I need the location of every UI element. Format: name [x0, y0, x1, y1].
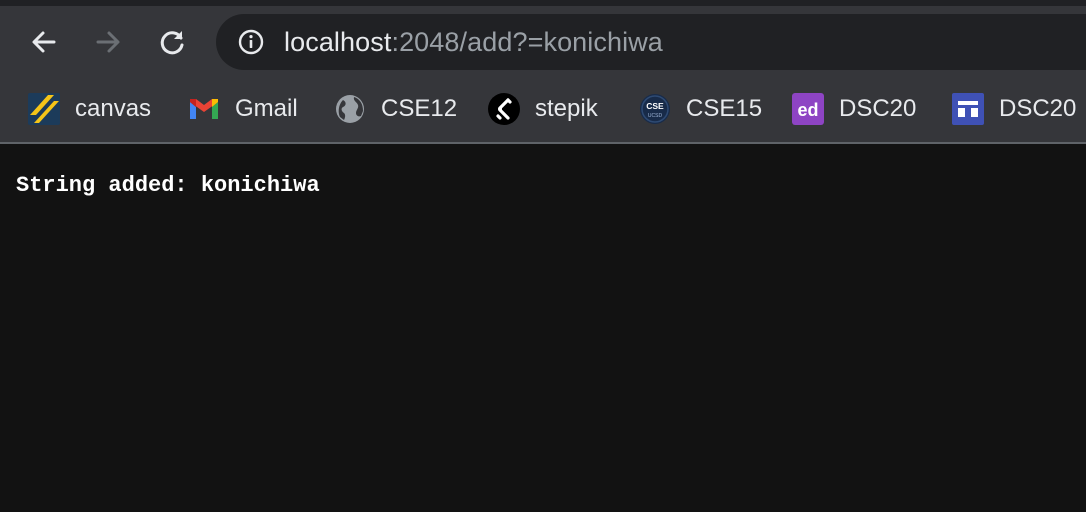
ed-icon: ed [792, 93, 824, 125]
bookmark-label: DSC20 [839, 95, 917, 122]
bookmark-label: CSE12 [381, 95, 458, 122]
tab-strip-edge [0, 0, 1086, 6]
cse-ucsd-icon: CSE UCSD [640, 94, 670, 124]
bookmarks-bar: canvas Gmail CSE12 stepik CSE UCSD CSE15… [0, 84, 1086, 134]
address-bar[interactable]: localhost:2048/add?=konichiwa [216, 14, 1086, 70]
url-host: localhost [284, 27, 392, 57]
bookmark-cse12[interactable]: CSE12 [334, 84, 457, 134]
url-path: :2048/add?=konichiwa [391, 27, 663, 57]
canvas-icon [28, 93, 60, 125]
bookmark-dsc20[interactable]: DSC20 [952, 84, 1076, 134]
bookmark-dsc20-ed[interactable]: ed DSC20 [792, 84, 916, 134]
page-content: String added: konichiwa [0, 144, 1086, 512]
gmail-icon [190, 99, 218, 119]
bookmark-label: DSC20 [999, 95, 1077, 122]
globe-icon [336, 95, 364, 123]
bookmark-label: stepik [535, 95, 598, 122]
reload-button[interactable] [152, 22, 192, 62]
bookmark-label: canvas [75, 95, 152, 122]
layout-icon [952, 93, 984, 125]
bookmark-gmail[interactable]: Gmail [188, 84, 298, 134]
arrow-left-icon [32, 31, 56, 53]
arrow-right-icon [96, 31, 120, 53]
bookmark-stepik[interactable]: stepik [488, 84, 598, 134]
back-button[interactable] [24, 22, 64, 62]
url-text[interactable]: localhost:2048/add?=konichiwa [284, 26, 663, 58]
svg-text:CSE: CSE [646, 101, 664, 111]
bookmark-label: CSE15 [686, 95, 763, 122]
browser-toolbar: localhost:2048/add?=konichiwa canvas Gma… [0, 0, 1086, 143]
bookmark-canvas[interactable]: canvas [28, 84, 151, 134]
svg-text:ed: ed [797, 100, 818, 120]
bookmark-cse15[interactable]: CSE UCSD CSE15 [639, 84, 762, 134]
bookmark-label: Gmail [235, 95, 298, 122]
response-message: String added: konichiwa [16, 173, 320, 198]
stepik-icon [488, 93, 520, 125]
info-icon[interactable] [238, 29, 264, 55]
forward-button[interactable] [88, 22, 128, 62]
reload-icon [160, 31, 184, 55]
svg-text:UCSD: UCSD [648, 113, 663, 119]
